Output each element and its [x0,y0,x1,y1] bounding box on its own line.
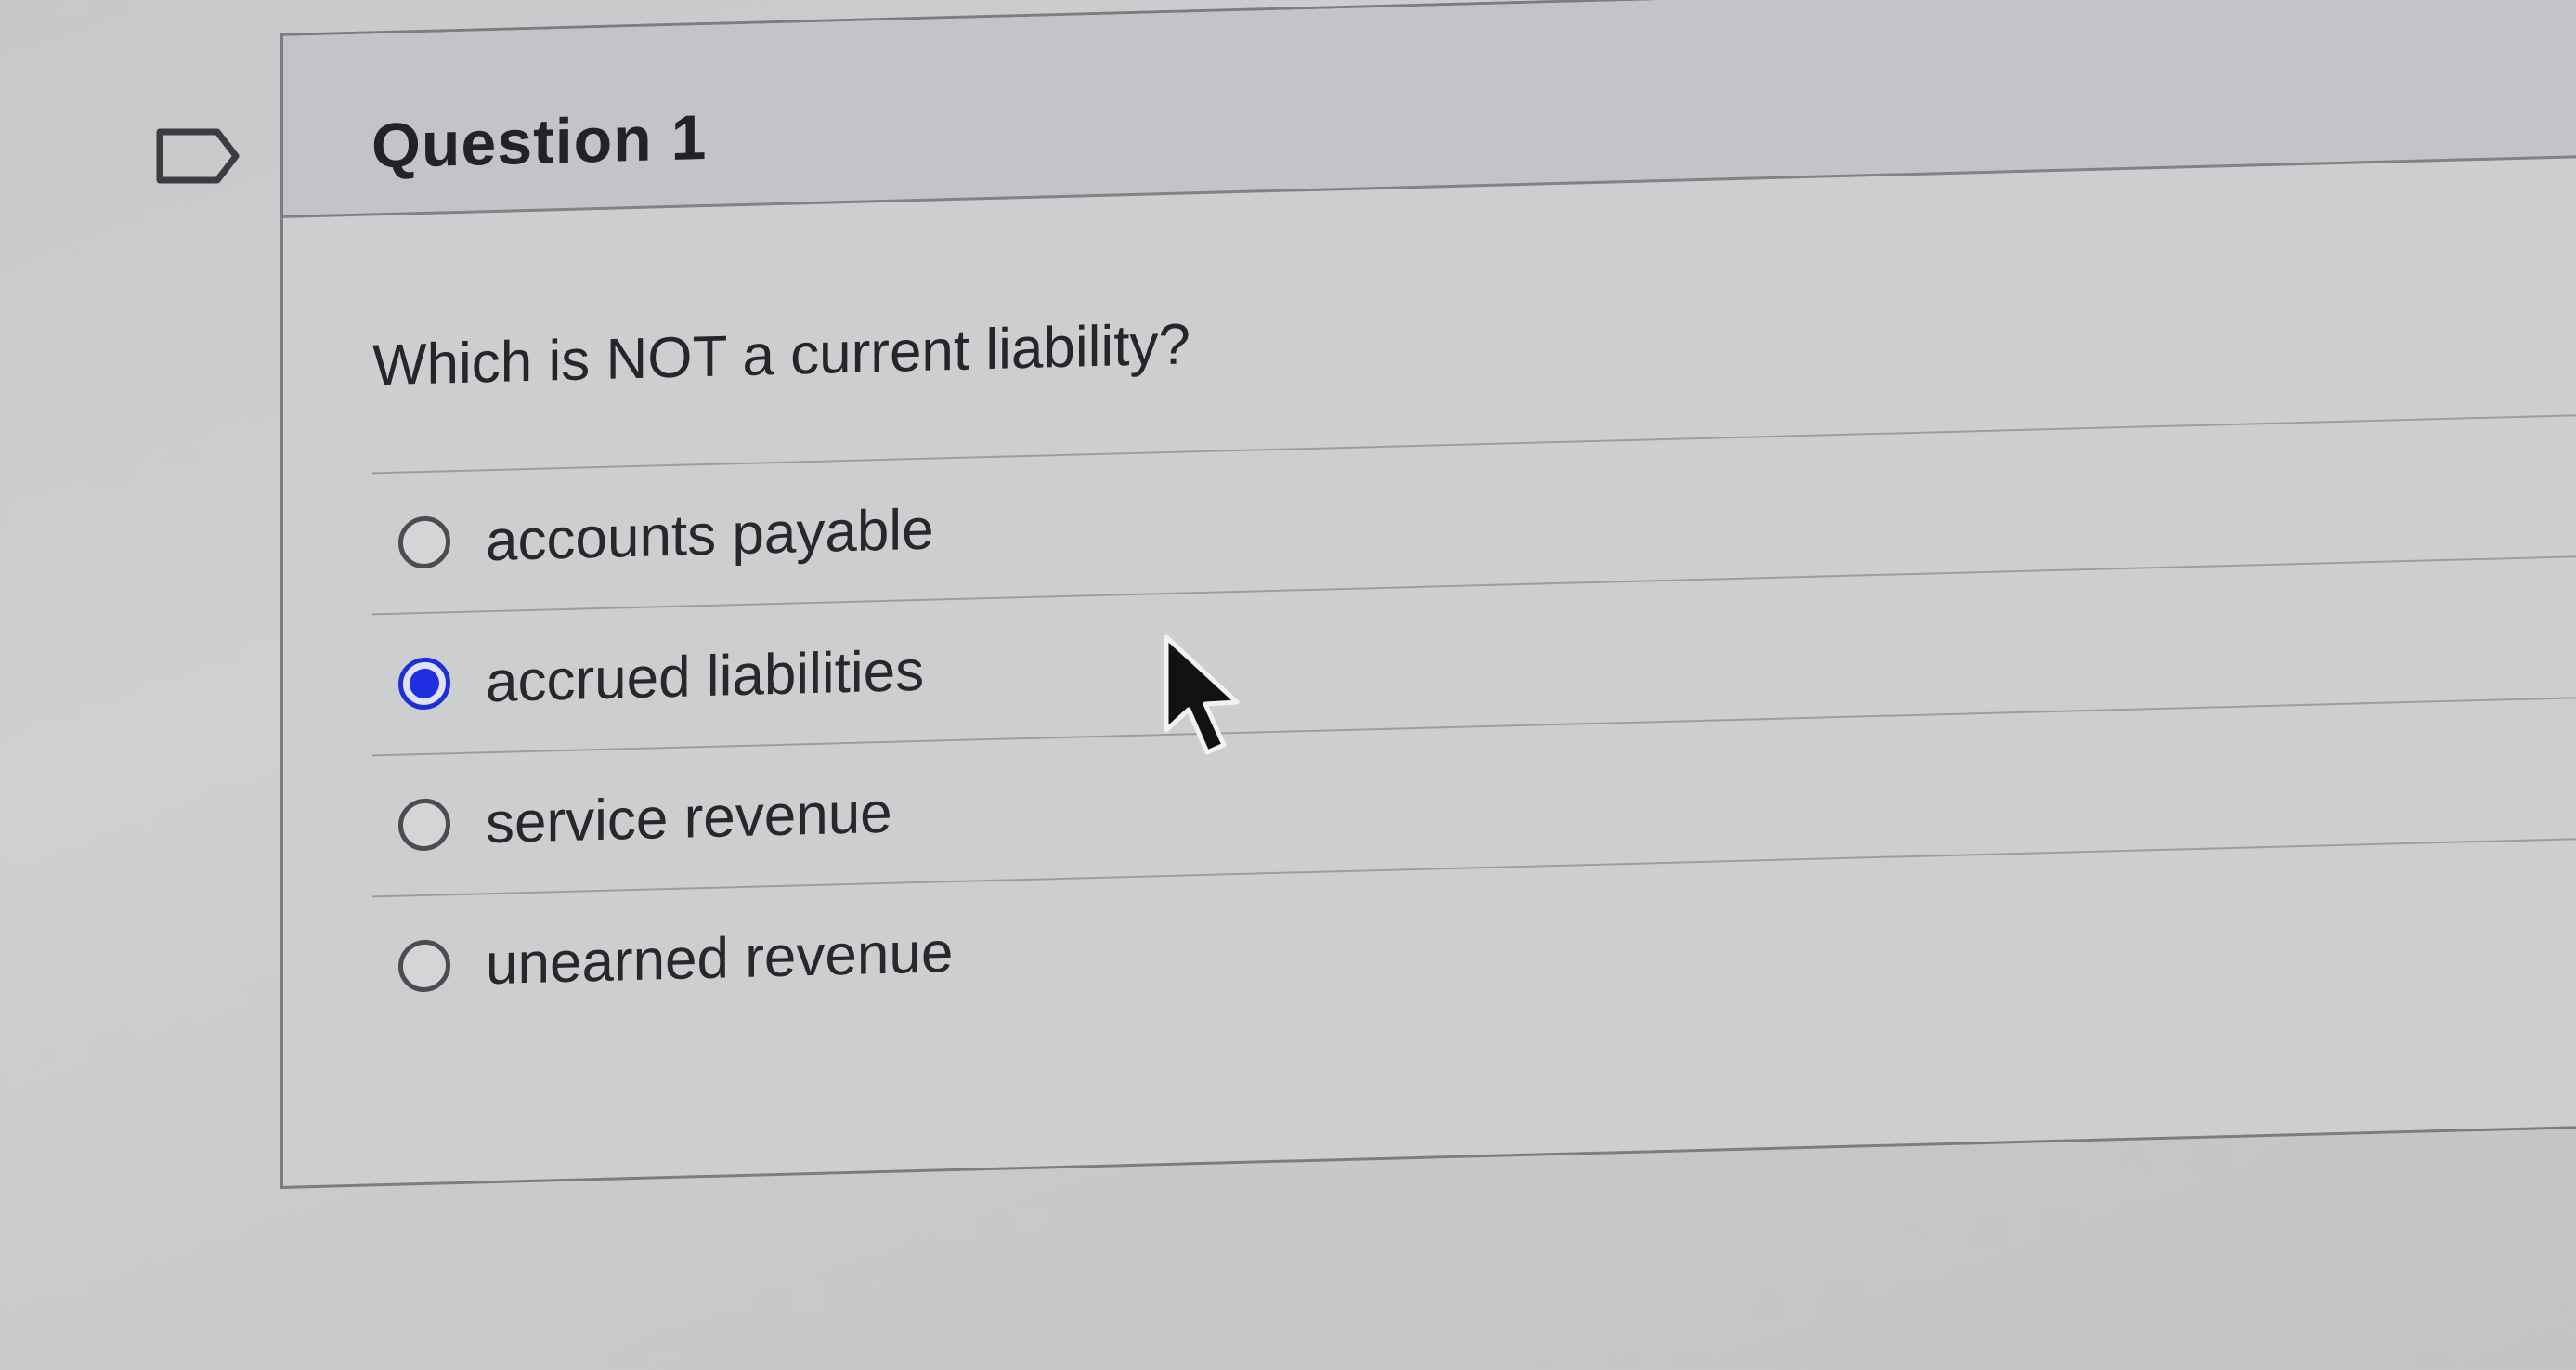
answer-options: accounts payable accrued liabilities ser… [372,413,2576,1037]
option-label[interactable]: service revenue [486,779,892,855]
option-label[interactable]: unearned revenue [486,920,953,998]
mouse-pointer-icon [1164,634,1240,755]
radio-button-selected[interactable] [398,657,450,711]
flag-icon[interactable] [156,128,241,184]
question-title: Question 1 [371,101,708,182]
radio-button[interactable] [398,515,450,569]
question-header: Question 1 [283,0,2576,218]
option-label[interactable]: accounts payable [486,496,934,574]
radio-selected-dot [410,668,439,699]
option-label[interactable]: accrued liabilities [486,637,924,714]
radio-button[interactable] [398,939,450,993]
radio-button[interactable] [398,798,450,852]
question-prompt: Which is NOT a current liability? [372,312,1190,398]
question-card: Question 1 Which is NOT a current liabil… [280,0,2576,1189]
